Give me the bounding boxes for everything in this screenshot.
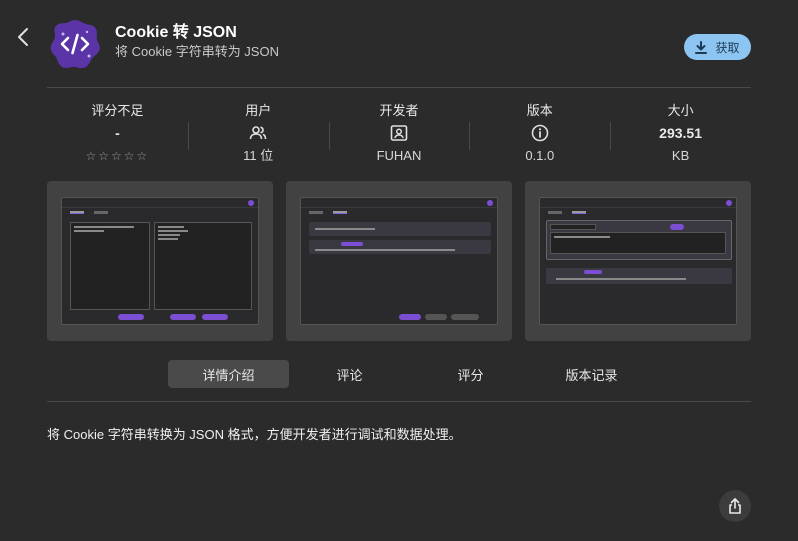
stat-users: 用户 11 位: [187, 100, 329, 170]
app-title: Cookie 转 JSON: [115, 24, 237, 41]
share-icon: [729, 498, 741, 514]
stat-size-label: 大小: [667, 103, 694, 118]
stat-developer-value: FUHAN: [376, 148, 422, 163]
stat-size-value: 293.51: [659, 125, 702, 141]
app-icon: [49, 18, 101, 70]
stat-developer[interactable]: 开发者 FUHAN: [328, 100, 470, 170]
stat-version: 版本 0.1.0: [469, 100, 610, 170]
developer-badge-icon: [390, 125, 408, 141]
stat-size-unit: KB: [671, 148, 690, 163]
stat-rating: 评分不足 - ☆☆☆☆☆: [47, 100, 188, 170]
stats-row: 评分不足 - ☆☆☆☆☆ 用户 11 位 开发者 FUHAN 版本 0.1.0 …: [47, 100, 751, 170]
screenshot-1-preview: [61, 197, 259, 325]
rating-stars: ☆☆☆☆☆: [85, 149, 150, 163]
info-icon: [531, 124, 549, 142]
users-icon: [249, 126, 267, 140]
download-icon: [695, 40, 708, 54]
chevron-left-icon: [18, 28, 28, 46]
screenshot-3[interactable]: [525, 181, 751, 341]
stat-version-value: 0.1.0: [525, 148, 555, 163]
tab-ratings[interactable]: 评分: [410, 360, 531, 388]
app-subtitle: 将 Cookie 字符串转为 JSON: [115, 44, 279, 59]
get-button[interactable]: 获取: [684, 34, 751, 60]
screenshot-gallery: [47, 181, 751, 341]
tab-reviews[interactable]: 评论: [289, 360, 410, 388]
tab-version-history[interactable]: 版本记录: [531, 360, 652, 388]
tab-details[interactable]: 详情介绍: [168, 360, 289, 388]
stat-rating-label: 评分不足: [91, 103, 144, 118]
screenshot-3-preview: [539, 197, 737, 325]
share-button[interactable]: [719, 490, 751, 522]
tabs-divider: [47, 401, 751, 402]
stat-rating-value: -: [115, 125, 120, 141]
stat-version-label: 版本: [526, 103, 553, 118]
get-button-label: 获取: [715, 40, 740, 55]
code-brackets-icon: [50, 20, 100, 69]
detail-tabs: 详情介绍 评论 评分 版本记录: [47, 360, 751, 390]
screenshot-2[interactable]: [286, 181, 512, 341]
app-description: 将 Cookie 字符串转换为 JSON 格式，方便开发者进行调试和数据处理。: [47, 427, 462, 442]
header-divider: [47, 87, 751, 88]
screenshot-2-preview: [300, 197, 498, 325]
screenshot-1[interactable]: [47, 181, 273, 341]
back-button[interactable]: [12, 24, 34, 50]
stat-developer-label: 开发者: [379, 103, 419, 118]
stat-size: 大小 293.51 KB: [610, 100, 751, 170]
stat-users-label: 用户: [245, 103, 272, 118]
stat-users-value: 11 位: [243, 148, 274, 163]
